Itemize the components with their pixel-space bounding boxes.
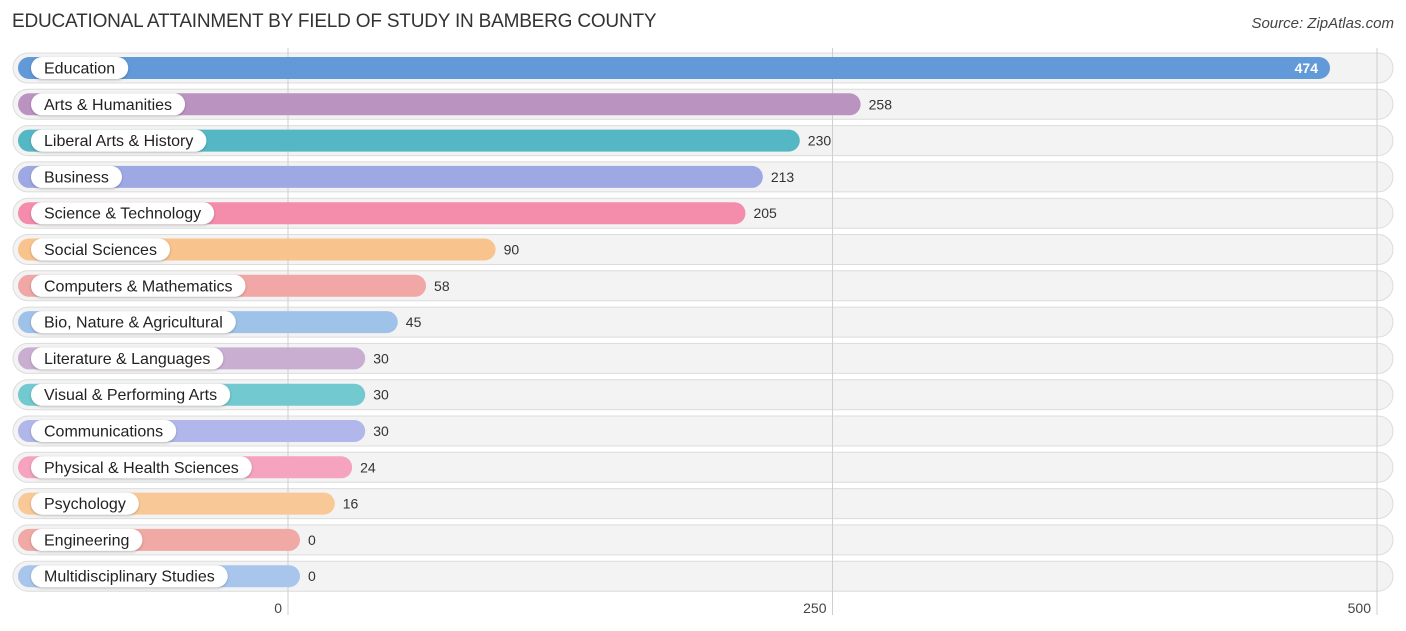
category-label: Multidisciplinary Studies [44,569,215,586]
category-label: Social Sciences [44,242,157,259]
bar-row: Literature & Languages 30 [18,347,389,370]
value-label: 24 [360,459,376,475]
x-tick-label: 500 [1348,600,1372,616]
bar-row: Communications 30 [18,420,389,442]
value-label: 90 [504,242,520,258]
category-label: Psychology [44,496,126,513]
category-label: Computers & Mathematics [44,278,233,295]
value-label: 213 [771,169,795,185]
bar-row: Bio, Nature & Agricultural 45 [18,311,422,334]
category-label: Science & Technology [44,206,201,223]
bar-row: Multidisciplinary Studies 0 [18,565,316,588]
bar-row: Liberal Arts & History 230 [18,129,832,152]
category-label: Bio, Nature & Agricultural [44,315,223,332]
category-label: Physical & Health Sciences [44,460,239,477]
bar [18,57,1331,79]
bar-row: Psychology 16 [18,492,359,515]
x-tick-label: 0 [274,600,282,616]
bar-row: Business 213 [18,165,795,188]
bar-row: Social Sciences 90 [18,238,520,261]
bar-row: Visual & Performing Arts 30 [18,383,389,406]
value-label: 0 [308,532,316,548]
bar-row: Computers & Mathematics 58 [18,274,450,297]
category-label: Arts & Humanities [44,97,172,114]
category-label: Literature & Languages [44,351,210,368]
value-label: 30 [373,387,389,403]
category-label: Visual & Performing Arts [44,387,217,404]
bar-row: Science & Technology 205 [18,202,777,225]
bar-row: Arts & Humanities 258 [18,93,893,116]
bar-row: Engineering 0 [18,528,316,551]
value-label: 16 [343,496,359,512]
category-label: Communications [44,424,163,441]
category-label: Business [44,169,109,186]
bar-chart: 0 250 500 Education 474 Arts & Humanities 258 L… [12,48,1394,616]
value-label: 230 [808,133,832,149]
value-label: 0 [308,568,316,584]
category-label: Education [44,61,115,78]
category-label: Liberal Arts & History [44,133,193,150]
value-label: 30 [373,350,389,366]
value-label: 205 [753,205,777,221]
x-tick-label: 250 [803,600,827,616]
bar [18,165,763,188]
value-label: 258 [869,96,893,112]
category-label: Engineering [44,532,129,549]
bar-row: Physical & Health Sciences 24 [18,456,376,479]
value-label: 58 [434,278,450,294]
value-label: 45 [406,314,422,330]
value-label: 30 [373,423,389,439]
bar-row: Education 474 [18,57,1331,79]
value-label: 474 [1295,60,1319,76]
